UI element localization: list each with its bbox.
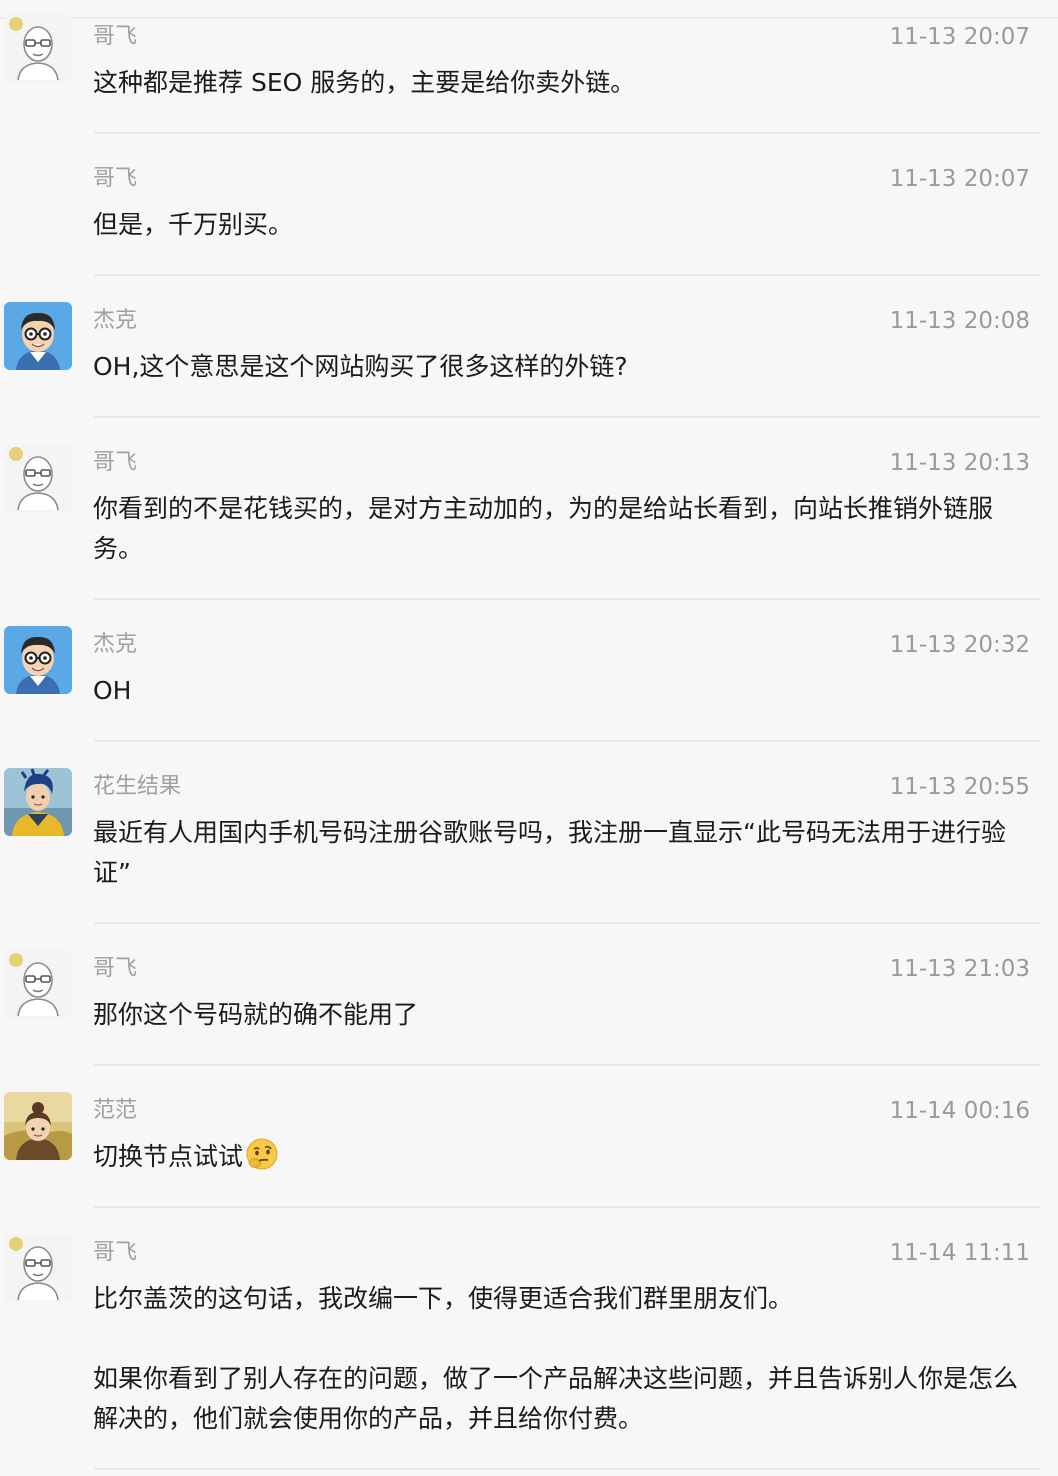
message-divider [94, 922, 1040, 924]
sender-name[interactable]: 范范 [93, 1096, 137, 1126]
jack-avatar[interactable] [4, 302, 72, 370]
sender-name[interactable]: 花生结果 [93, 772, 181, 802]
message-time: 11-13 20:08 [889, 308, 1030, 334]
message-time: 11-14 11:11 [889, 1240, 1030, 1266]
message-divider [94, 132, 1040, 134]
message-text: OH [93, 676, 132, 705]
huasheng-avatar[interactable] [4, 768, 72, 836]
sender-name[interactable]: 哥飞 [93, 954, 137, 984]
message-time: 11-13 20:55 [889, 774, 1030, 800]
fanfan-avatar[interactable] [4, 1092, 72, 1160]
message-text: 比尔盖茨的这句话，我改编一下，使得更适合我们群里朋友们。 如果你看到了别人存在的… [93, 1284, 1019, 1433]
message-divider [94, 1064, 1040, 1066]
message-divider [94, 1468, 1040, 1470]
sender-name[interactable]: 杰克 [93, 306, 137, 336]
sender-name[interactable]: 杰克 [93, 630, 137, 660]
message-text: 你看到的不是花钱买的，是对方主动加的，为的是给站长看到，向站长推销外链服务。 [93, 494, 994, 563]
gefei-avatar[interactable] [4, 950, 72, 1018]
gefei-avatar[interactable] [4, 444, 72, 512]
message-text: 但是，千万别买。 [93, 210, 294, 239]
message-time: 11-13 20:07 [889, 166, 1030, 192]
gefei-avatar[interactable] [4, 14, 72, 82]
message-divider [94, 274, 1040, 276]
thinking-face-emoji [245, 1137, 279, 1171]
message-time: 11-13 20:13 [889, 450, 1030, 476]
message-time: 11-13 20:32 [889, 632, 1030, 658]
message-divider [94, 598, 1040, 600]
message-divider [94, 416, 1040, 418]
message-text: 这种都是推荐 SEO 服务的，主要是给你卖外链。 [93, 68, 636, 97]
chat-history: 哥飞 11-13 20:07 这种都是推荐 SEO 服务的，主要是给你卖外链。 … [0, 0, 1058, 1476]
message-text: OH,这个意思是这个网站购买了很多这样的外链? [93, 352, 628, 381]
top-divider [0, 17, 1058, 19]
sender-name[interactable]: 哥飞 [93, 448, 137, 478]
sender-name[interactable]: 哥飞 [93, 1238, 137, 1268]
message-text: 最近有人用国内手机号码注册谷歌账号吗，我注册一直显示“此号码无法用于进行验证” [93, 818, 1006, 887]
gefei-avatar[interactable] [4, 1234, 72, 1302]
message-divider [94, 740, 1040, 742]
message-text: 切换节点试试 [93, 1137, 1033, 1177]
message-time: 11-13 21:03 [889, 956, 1030, 982]
sender-name[interactable]: 哥飞 [93, 164, 137, 194]
message-text: 那你这个号码就的确不能用了 [93, 1000, 419, 1029]
message-time: 11-13 20:07 [889, 24, 1030, 50]
jack-avatar[interactable] [4, 626, 72, 694]
message-divider [94, 1206, 1040, 1208]
sender-name[interactable]: 哥飞 [93, 22, 137, 52]
message-time: 11-14 00:16 [889, 1098, 1030, 1124]
